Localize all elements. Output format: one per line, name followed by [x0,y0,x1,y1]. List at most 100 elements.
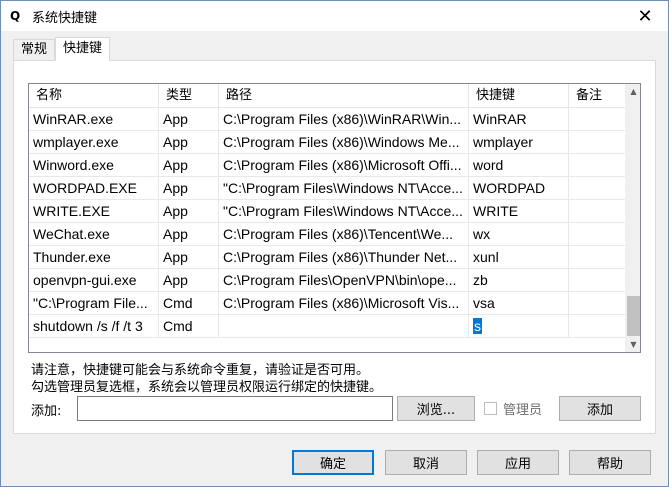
cell-shortcut[interactable]: wmplayer [469,131,569,153]
cell-name[interactable]: "C:\Program File... [29,292,159,314]
cell-type[interactable]: App [159,154,219,176]
cell-name[interactable]: WeChat.exe [29,223,159,245]
cell-name-text: Thunder.exe [33,249,111,265]
cell-type[interactable]: Cmd [159,292,219,314]
shortcut-table: 名称 类型 路径 快捷键 备注 WinRAR.exe App C:\Program … [28,83,641,353]
table-row[interactable]: wmplayer.exe App C:\Program Files (x86)\Wi… [29,131,626,154]
column-header-shortcut[interactable]: 快捷键 [469,84,569,108]
scroll-thumb[interactable] [627,296,640,336]
cell-remark[interactable] [569,177,626,199]
cell-shortcut[interactable]: WORDPAD [469,177,569,199]
add-label: 添加: [31,404,62,419]
cell-path-text: C:\Program Files (x86)\Thunder Net... [223,249,458,265]
cell-remark[interactable] [569,154,626,176]
cell-path-text: C:\Program Files (x86)\Windows Me... [223,134,460,150]
cell-name[interactable]: shutdown /s /f /t 3 [29,315,159,337]
cell-shortcut[interactable]: vsa [469,292,569,314]
cell-path[interactable]: C:\Program Files (x86)\Tencent\We... [219,223,469,245]
column-header-path[interactable]: 路径 [219,84,469,108]
cell-type-text: Cmd [163,318,193,334]
cell-path[interactable]: C:\Program Files (x86)\Thunder Net... [219,246,469,268]
cell-path[interactable]: C:\Program Files (x86)\Microsoft Offi... [219,154,469,176]
cell-shortcut-text: WORDPAD [473,180,546,196]
table-row[interactable]: openvpn-gui.exe App C:\Program Files\OpenV… [29,269,626,292]
table-row[interactable]: WinRAR.exe App C:\Program Files (x86)\WinR… [29,108,626,131]
cell-path[interactable] [219,315,469,337]
cell-path[interactable]: C:\Program Files (x86)\Microsoft Vis... [219,292,469,314]
scroll-up-icon[interactable]: ▲ [626,84,640,99]
cell-type-text: App [163,249,188,265]
cell-shortcut[interactable]: xunl [469,246,569,268]
cell-remark[interactable] [569,246,626,268]
cancel-button[interactable]: 取消 [385,450,467,475]
table-row[interactable]: WORDPAD.EXE App "C:\Program Files\Windows … [29,177,626,200]
cell-type[interactable]: App [159,223,219,245]
cell-path[interactable]: "C:\Program Files\Windows NT\Acce... [219,177,469,199]
cell-shortcut-text: xunl [473,249,499,265]
cell-path[interactable]: C:\Program Files\OpenVPN\bin\ope... [219,269,469,291]
cell-name[interactable]: Thunder.exe [29,246,159,268]
apply-button[interactable]: 应用 [477,450,559,475]
cell-shortcut-text: wmplayer [473,134,533,150]
admin-checkbox-group[interactable]: 管理员 [484,399,542,418]
tab-general[interactable]: 常规 [13,39,56,61]
cell-name-text: WORDPAD.EXE [33,180,137,196]
cell-path[interactable]: C:\Program Files (x86)\Windows Me... [219,131,469,153]
cell-name[interactable]: WRITE.EXE [29,200,159,222]
tab-shortcuts[interactable]: 快捷键 [55,37,111,61]
cell-path-text: C:\Program Files (x86)\Microsoft Vis... [223,295,460,311]
cell-shortcut-text: s [473,318,482,334]
cell-type[interactable]: App [159,108,219,130]
cell-path-text: C:\Program Files\OpenVPN\bin\ope... [223,272,457,288]
table-row[interactable]: "C:\Program File... Cmd C:\Program Files (… [29,292,626,315]
cell-path[interactable]: "C:\Program Files\Windows NT\Acce... [219,200,469,222]
tab-panel: 名称 类型 路径 快捷键 备注 WinRAR.exe App C:\Program … [13,60,656,434]
ok-button[interactable]: 确定 [292,450,374,475]
cell-shortcut-text: wx [473,226,491,242]
cell-remark[interactable] [569,223,626,245]
cell-remark[interactable] [569,269,626,291]
close-icon[interactable]: ✕ [622,1,668,31]
add-input[interactable] [77,396,393,421]
cell-type[interactable]: App [159,131,219,153]
cell-type[interactable]: Cmd [159,315,219,337]
cell-name-text: openvpn-gui.exe [33,272,137,288]
table-row[interactable]: Thunder.exe App C:\Program Files (x86)\Thu… [29,246,626,269]
cell-name[interactable]: WORDPAD.EXE [29,177,159,199]
cell-shortcut[interactable]: s [469,315,569,337]
note-admin-hint: 勾选管理员复选框，系统会以管理员权限运行绑定的快捷键。 [31,380,383,395]
browse-button[interactable]: 浏览... [397,396,475,421]
cell-shortcut[interactable]: zb [469,269,569,291]
column-header-type[interactable]: 类型 [159,84,219,108]
cell-type[interactable]: App [159,177,219,199]
cell-path[interactable]: C:\Program Files (x86)\WinRAR\Win... [219,108,469,130]
cell-shortcut[interactable]: WRITE [469,200,569,222]
cell-remark[interactable] [569,200,626,222]
help-button[interactable]: 帮助 [569,450,651,475]
scroll-down-icon[interactable]: ▼ [626,337,640,352]
admin-checkbox[interactable] [484,402,497,415]
table-row[interactable]: shutdown /s /f /t 3 Cmd s [29,315,626,338]
table-row[interactable]: WRITE.EXE App "C:\Program Files\Windows NT… [29,200,626,223]
cell-name[interactable]: wmplayer.exe [29,131,159,153]
add-button[interactable]: 添加 [559,396,641,421]
cell-shortcut[interactable]: wx [469,223,569,245]
vertical-scrollbar[interactable]: ▲ ▼ [625,84,640,352]
cell-remark[interactable] [569,315,626,337]
cell-name[interactable]: WinRAR.exe [29,108,159,130]
table-row[interactable]: WeChat.exe App C:\Program Files (x86)\Tenc… [29,223,626,246]
cell-shortcut[interactable]: WinRAR [469,108,569,130]
cell-remark[interactable] [569,292,626,314]
column-header-name[interactable]: 名称 [29,84,159,108]
cell-name[interactable]: openvpn-gui.exe [29,269,159,291]
cell-remark[interactable] [569,108,626,130]
cell-type[interactable]: App [159,200,219,222]
table-row[interactable]: Winword.exe App C:\Program Files (x86)\Mic… [29,154,626,177]
cell-name[interactable]: Winword.exe [29,154,159,176]
cell-type[interactable]: App [159,246,219,268]
cell-remark[interactable] [569,131,626,153]
cell-type[interactable]: App [159,269,219,291]
cell-name-text: "C:\Program File... [33,295,148,311]
column-header-remark[interactable]: 备注 [569,84,626,108]
cell-shortcut[interactable]: word [469,154,569,176]
